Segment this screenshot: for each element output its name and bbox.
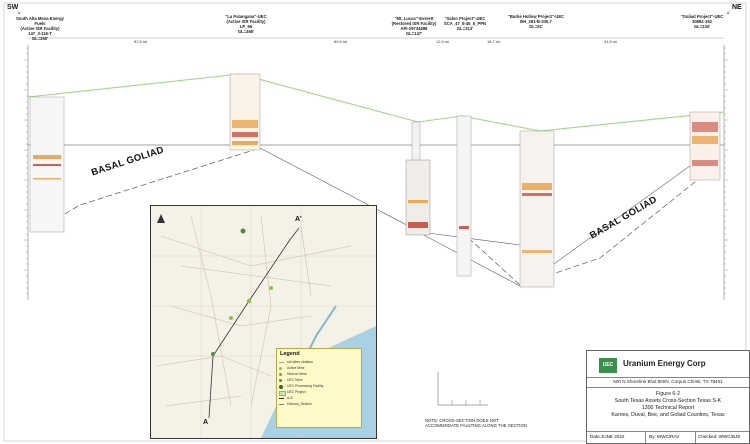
checked-by-cell: Checked: WWC/BJS (698, 434, 741, 439)
well-log-2 (229, 73, 261, 151)
basal-goliad-horizon-right (461, 177, 701, 286)
corner-label-ne: NE (732, 4, 742, 11)
uec-logo: UEC (599, 358, 617, 373)
well-log-3 (405, 121, 431, 236)
date-cell: Date:JUNE 2022 (590, 434, 625, 439)
uec-project-icon (229, 316, 233, 320)
well-log-4 (456, 115, 472, 277)
distance-label: 12.6 mi. (436, 39, 451, 44)
legend-item: Hobson_Section (277, 401, 361, 407)
company-address: 500 N Shoreline Blvd 800N, Corpus Christ… (613, 379, 723, 384)
well-log-6 (689, 111, 721, 181)
figure-title: South Texas Assets Cross-Section Texas S… (614, 398, 722, 404)
ground-surface-line (27, 73, 725, 132)
title-block: UEC Uranium Energy Corp 500 N Shoreline … (586, 350, 750, 444)
corner-sub-left: A (18, 11, 21, 15)
drawn-by-cell: By: WWC/RAV (649, 434, 680, 439)
well-label-1: South Alta Mesa-Energy Fuels (Active ISR… (15, 16, 64, 41)
section-note: NOTE: CROSS-SECTION DOES NOT ACCOMMODATE… (425, 418, 527, 428)
corner-label-sw: SW (7, 4, 19, 11)
legend-title: Legend (280, 351, 300, 357)
active-mine-icon (211, 352, 215, 356)
distance-label: 69.6 mi. (334, 39, 349, 44)
well-label-6: "Goliad Project"-UEC 30882-162 GL=234' (680, 14, 724, 29)
figure-number: Figure 6-2 (655, 391, 681, 397)
north-arrow-icon (157, 214, 165, 223)
uec-project-icon (269, 286, 273, 290)
vertical-scale-graphic (437, 372, 488, 406)
company-name: Uranium Energy Corp (623, 359, 706, 368)
well-label-2: "La Palangana"-UEC (Active ISR Facility)… (225, 14, 267, 34)
depth-axis-ticks (24, 47, 28, 295)
well-label-4: "Salvo Project"-UEC SCA_47_8-45_5_PPN GL… (443, 16, 487, 31)
distance-label: 91.5 mi. (134, 39, 149, 44)
corner-sub-right: A' (727, 11, 731, 15)
well-label-5: "Burke Hollow Project"-UEC BH_281-B-335.… (507, 14, 565, 29)
well-log-1 (29, 96, 65, 233)
map-legend: Legend roll other oblation Active Mine H… (276, 348, 362, 428)
distance-label: 18.7 mi. (487, 39, 502, 44)
well-label-3: "Mt. Lucas"-Everett (Restored ISR Facili… (391, 16, 437, 36)
distance-label: 41.8 mi. (604, 39, 619, 44)
figure-location: Karnes, Duval, Bee, and Goliad Counties,… (611, 412, 725, 418)
uec-project-icon (246, 298, 252, 304)
uec-processing-facility-icon (240, 228, 246, 234)
well-log-5 (519, 130, 555, 288)
map-point-a-prime: A' (295, 216, 302, 223)
report-name: 1300 Technical Report (641, 405, 695, 411)
depth-axis-ticks-right (724, 47, 728, 295)
map-point-a: A (203, 419, 209, 426)
